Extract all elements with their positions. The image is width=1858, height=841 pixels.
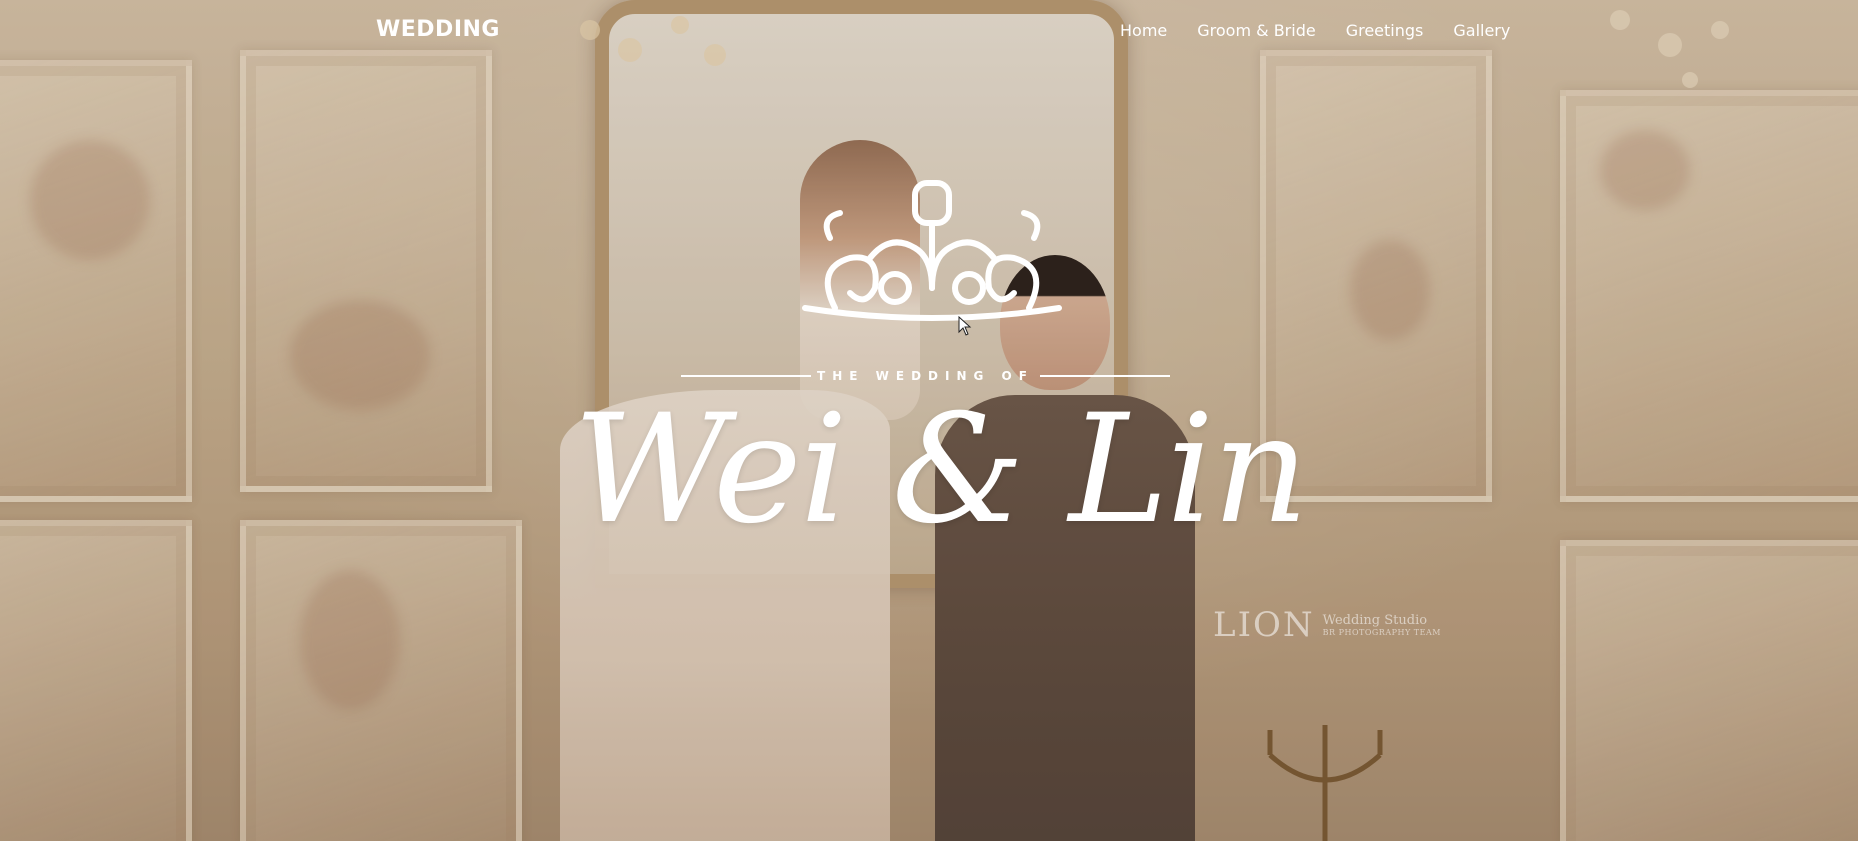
divider-line <box>681 375 811 377</box>
chandelier-ornament-icon <box>802 180 1062 321</box>
subtitle-row: THE WEDDING OF <box>681 369 1170 383</box>
studio-watermark: LION Wedding Studio BR PHOTOGRAPHY TEAM <box>1213 605 1441 645</box>
watermark-line1: Wedding Studio <box>1322 613 1428 628</box>
main-nav: Home Groom & Bride Greetings Gallery <box>1120 21 1510 40</box>
watermark-brand: LION <box>1213 605 1315 645</box>
hero-section: WEDDING Home Groom & Bride Greetings Gal… <box>0 0 1858 841</box>
divider-line <box>1040 375 1170 377</box>
nav-link-gallery[interactable]: Gallery <box>1453 21 1510 40</box>
brand-logo[interactable]: WEDDING <box>376 17 500 42</box>
nav-link-home[interactable]: Home <box>1120 21 1167 40</box>
watermark-line2: BR PHOTOGRAPHY TEAM <box>1322 628 1441 637</box>
nav-link-groom-bride[interactable]: Groom & Bride <box>1197 21 1315 40</box>
watermark-caption: Wedding Studio BR PHOTOGRAPHY TEAM <box>1323 613 1441 637</box>
mouse-cursor-icon <box>958 316 972 336</box>
couple-names: Wei & Lin <box>573 383 1309 557</box>
hero-subtitle: THE WEDDING OF <box>817 369 1034 383</box>
nav-link-greetings[interactable]: Greetings <box>1346 21 1424 40</box>
